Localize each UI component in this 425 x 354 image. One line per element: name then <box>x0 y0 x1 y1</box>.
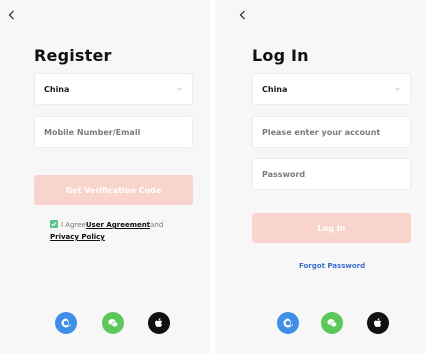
alexa-icon <box>61 318 71 328</box>
apple-icon <box>155 318 163 327</box>
chevron-left-icon <box>8 10 14 20</box>
user-agreement-link[interactable]: User Agreement <box>86 221 150 229</box>
chevron-down-icon <box>395 87 400 91</box>
login-button[interactable]: Log In <box>252 213 411 243</box>
agree-checkbox[interactable] <box>50 220 58 228</box>
account-input[interactable]: Mobile Number/Email <box>34 116 193 148</box>
region-value: China <box>262 84 288 94</box>
agreement-row: I AgreeUser Agreementand Privacy Policy <box>50 219 200 243</box>
page-title: Log In <box>252 46 309 65</box>
wechat-login-button[interactable] <box>321 312 343 334</box>
back-button[interactable] <box>4 7 18 23</box>
wechat-icon <box>327 319 338 328</box>
wechat-login-button[interactable] <box>102 312 124 334</box>
password-input[interactable]: Password <box>252 158 411 190</box>
login-screen: Log In China Please enter your account P… <box>215 0 425 354</box>
check-icon <box>51 222 57 227</box>
agree-and: and <box>150 221 164 229</box>
region-select[interactable]: China <box>252 73 411 105</box>
page-title: Register <box>34 46 112 65</box>
chevron-down-icon <box>177 87 182 91</box>
apple-login-button[interactable] <box>367 312 389 334</box>
privacy-policy-link[interactable]: Privacy Policy <box>50 233 105 241</box>
alexa-login-button[interactable] <box>277 312 299 334</box>
region-select[interactable]: China <box>34 73 193 105</box>
alexa-icon <box>283 318 293 328</box>
agree-prefix: I Agree <box>61 221 86 229</box>
back-button[interactable] <box>235 7 249 23</box>
wechat-icon <box>108 319 119 328</box>
account-input[interactable]: Please enter your account <box>252 116 411 148</box>
apple-icon <box>374 318 382 327</box>
get-verification-code-button[interactable]: Get Verification Code <box>34 175 193 205</box>
region-value: China <box>44 84 70 94</box>
chevron-left-icon <box>239 10 245 20</box>
apple-login-button[interactable] <box>148 312 170 334</box>
alexa-login-button[interactable] <box>55 312 77 334</box>
forgot-password-link[interactable]: Forgot Password <box>299 262 365 270</box>
register-screen: Register China Mobile Number/Email Get V… <box>0 0 210 354</box>
